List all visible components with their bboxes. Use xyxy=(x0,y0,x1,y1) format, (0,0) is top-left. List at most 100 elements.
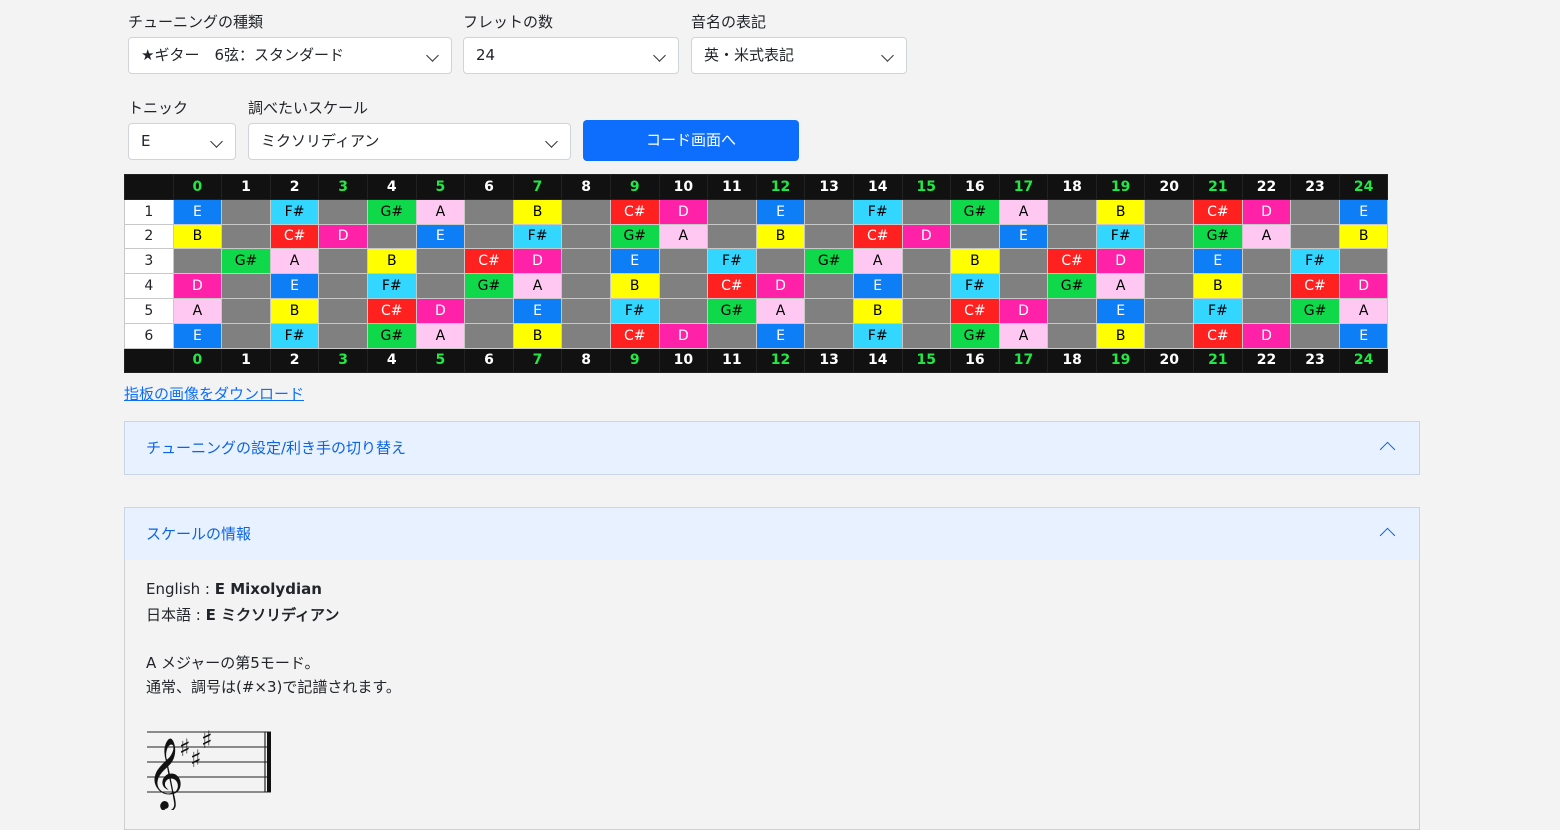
fret-note: D xyxy=(1241,198,1292,225)
fret-note: B xyxy=(609,273,660,299)
fret-note: A xyxy=(269,248,320,275)
fret-note: D xyxy=(658,322,709,349)
fret-empty xyxy=(1047,322,1097,349)
fret-note: F# xyxy=(269,198,320,225)
fret-note: B xyxy=(1193,273,1243,299)
japanese-name-line: 日本語 : E ミクソリディアン xyxy=(146,604,339,625)
tuning-label: チューニングの種類 xyxy=(128,13,264,31)
fret-empty xyxy=(1241,297,1292,324)
chevron-down-icon xyxy=(653,49,666,62)
chord-screen-button[interactable]: コード画面へ xyxy=(583,120,799,161)
fret-note: B xyxy=(1338,223,1389,250)
fret-empty xyxy=(1290,198,1340,225)
scale-info-accordion[interactable]: スケールの情報 xyxy=(124,507,1420,561)
fret-note: E xyxy=(1338,322,1389,349)
fret-note: C# xyxy=(1193,322,1243,349)
fret-number: 23 xyxy=(1290,174,1340,200)
fret-empty xyxy=(318,273,368,299)
fret-note: D xyxy=(512,248,563,275)
fret-note: D xyxy=(998,297,1049,324)
fret-note: A xyxy=(1095,273,1146,299)
fret-note: F# xyxy=(1290,248,1340,275)
fret-note: B xyxy=(269,297,320,324)
fret-number-row-bottom: 0 1 2 3 4 5 6 7 8 9 10 11 12 13 14 15 16 17 18 19 20 21 22 23 24 xyxy=(124,347,1389,374)
english-name-label: English : xyxy=(146,580,215,598)
string-row: 3 G# A B C# D E F# G# A B C# D E F# xyxy=(124,248,1389,275)
fret-note: F# xyxy=(950,273,1000,299)
fret-note: E xyxy=(852,273,903,299)
download-fretboard-link[interactable]: 指板の画像をダウンロード xyxy=(124,383,304,404)
fret-note: D xyxy=(415,297,466,324)
fret-number: 21 xyxy=(1193,174,1243,200)
notation-select[interactable]: 英・米式表記 xyxy=(691,37,907,74)
fret-note: G# xyxy=(366,198,417,225)
fret-number: 17 xyxy=(998,174,1049,200)
scale-info-accordion-title: スケールの情報 xyxy=(146,525,252,543)
fret-number: 10 xyxy=(658,174,709,200)
fret-empty xyxy=(804,223,854,250)
fret-note: B xyxy=(852,297,903,324)
fret-note: C# xyxy=(1047,248,1097,275)
fret-note: B xyxy=(755,223,806,250)
fret-number: 8 xyxy=(561,174,611,200)
string-row: 5 A B C# D E F# G# A B C# D E F# G# A xyxy=(124,297,1389,324)
fret-note: G# xyxy=(1047,273,1097,299)
fret-note: C# xyxy=(609,198,660,225)
fret-empty xyxy=(221,297,271,324)
tuning-select[interactable]: ★ギター 6弦：スタンダード xyxy=(128,37,452,74)
fret-note: G# xyxy=(950,322,1000,349)
fret-note: C# xyxy=(464,248,514,275)
fret-empty xyxy=(1144,223,1195,250)
fret-number: 0 xyxy=(172,347,223,374)
string-number: 6 xyxy=(124,322,174,349)
string-number: 1 xyxy=(124,198,174,225)
fret-number: 3 xyxy=(318,347,368,374)
fret-empty xyxy=(755,248,806,275)
fret-note: G# xyxy=(221,248,271,275)
fret-note: F# xyxy=(852,322,903,349)
fret-note: F# xyxy=(366,273,417,299)
fret-empty xyxy=(464,198,514,225)
chevron-up-icon xyxy=(1379,441,1396,458)
chevron-up-icon xyxy=(1379,527,1396,544)
fret-empty xyxy=(1047,297,1097,324)
tonic-select[interactable]: E xyxy=(128,123,236,160)
fret-note: B xyxy=(950,248,1000,275)
fret-empty xyxy=(658,248,709,275)
scale-description-1: A メジャーの第5モード。 xyxy=(146,654,320,672)
fret-empty xyxy=(561,223,611,250)
fret-empty xyxy=(415,248,466,275)
fret-number: 18 xyxy=(1047,174,1097,200)
fret-note: C# xyxy=(1290,273,1340,299)
japanese-name-value: E ミクソリディアン xyxy=(205,606,340,624)
fret-empty xyxy=(901,273,952,299)
scale-select[interactable]: ミクソリディアン xyxy=(248,123,571,160)
english-name-line: English : E Mixolydian xyxy=(146,580,322,598)
fret-note: E xyxy=(609,248,660,275)
fret-empty xyxy=(561,322,611,349)
string-row: 6 E F# G# A B C# D E F# G# A B C# D E xyxy=(124,322,1389,349)
fret-empty xyxy=(804,198,854,225)
fret-number: 16 xyxy=(950,174,1000,200)
fret-number: 7 xyxy=(512,347,563,374)
fret-empty xyxy=(221,322,271,349)
fret-number: 9 xyxy=(609,347,660,374)
fret-number: 3 xyxy=(318,174,368,200)
chevron-down-icon xyxy=(426,49,439,62)
fret-number: 21 xyxy=(1193,347,1243,374)
fret-empty xyxy=(366,223,417,250)
fret-number: 10 xyxy=(658,347,709,374)
fret-empty xyxy=(561,297,611,324)
fret-note: B xyxy=(1095,198,1146,225)
fret-number: 11 xyxy=(707,174,757,200)
fret-empty xyxy=(804,273,854,299)
fret-empty xyxy=(1241,248,1292,275)
string-row: 4 D E F# G# A B C# D E F# G# A B C# D xyxy=(124,273,1389,299)
tuning-settings-accordion[interactable]: チューニングの設定/利き手の切り替え xyxy=(124,421,1420,475)
fret-empty xyxy=(1144,273,1195,299)
fret-number: 1 xyxy=(221,347,271,374)
scale-label: 調べたいスケール xyxy=(248,99,369,117)
fret-empty xyxy=(318,297,368,324)
frets-select[interactable]: 24 xyxy=(463,37,679,74)
fret-empty xyxy=(658,297,709,324)
